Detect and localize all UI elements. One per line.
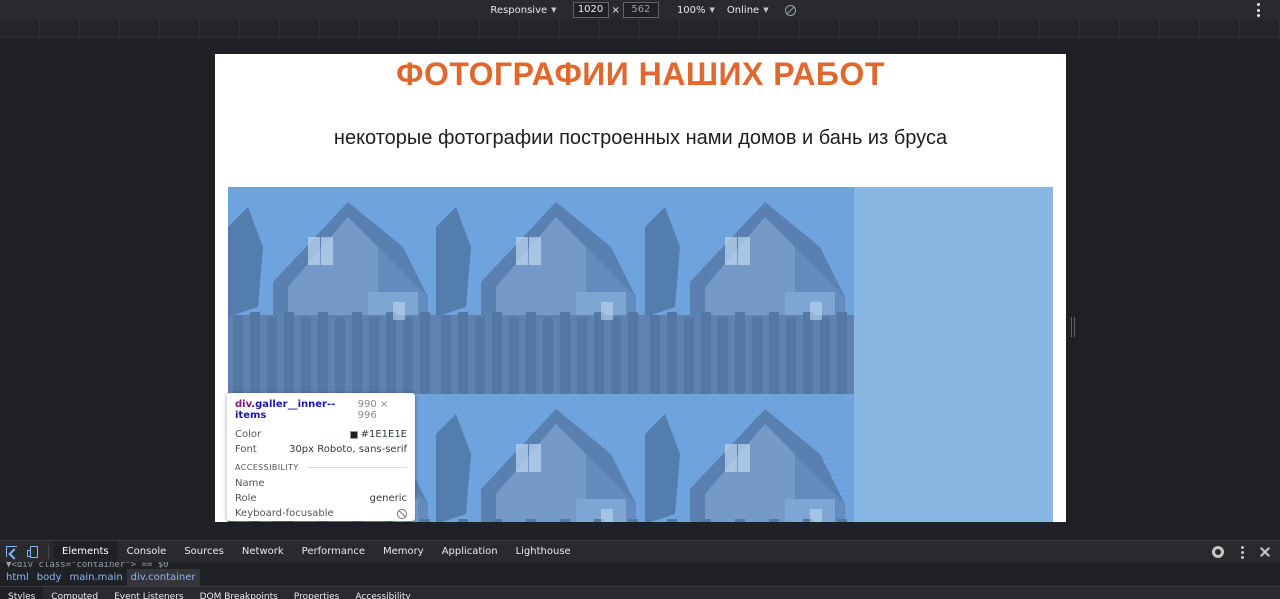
- page-subtitle: некоторые фотографии построенных нами до…: [333, 127, 948, 149]
- device-toggle-button[interactable]: [22, 541, 44, 563]
- device-select[interactable]: Responsive ▼: [490, 5, 556, 16]
- not-focusable-icon: [397, 508, 407, 519]
- tab-memory[interactable]: Memory: [374, 541, 433, 563]
- tab-event-listeners[interactable]: Event Listeners: [106, 587, 192, 599]
- tooltip-value: generic: [369, 493, 407, 504]
- tooltip-selector: div.galler__inner--items: [235, 399, 358, 421]
- tab-accessibility[interactable]: Accessibility: [347, 587, 418, 599]
- height-input[interactable]: 562: [622, 2, 659, 18]
- tooltip-row-name: Name: [235, 476, 407, 491]
- dimension-separator: ×: [611, 4, 620, 16]
- dom-tree-line[interactable]: ▼<div class="container"> == $0: [0, 562, 1280, 569]
- tooltip-value: #1E1E1E: [360, 429, 407, 440]
- tooltip-value: 30px Roboto, sans-serif: [289, 444, 407, 455]
- throttle-select-label: Online: [726, 4, 760, 16]
- tooltip-label: Font: [235, 444, 257, 455]
- throttle-select[interactable]: Online ▼: [727, 5, 769, 16]
- media-query-ruler[interactable]: [0, 20, 1280, 38]
- gallery-photo[interactable]: [228, 187, 437, 394]
- close-icon[interactable]: [1258, 545, 1272, 559]
- tab-dom-breakpoints[interactable]: DOM Breakpoints: [192, 587, 286, 599]
- chevron-down-icon: ▼: [763, 6, 769, 14]
- more-options-icon[interactable]: [1241, 545, 1244, 559]
- tooltip-label: Keyboard-focusable: [235, 508, 334, 519]
- tab-elements[interactable]: Elements: [53, 540, 118, 563]
- tab-properties[interactable]: Properties: [286, 587, 347, 599]
- tab-styles[interactable]: Styles: [0, 587, 44, 599]
- more-options-icon[interactable]: [1257, 3, 1260, 17]
- zoom-select[interactable]: 100% ▼: [677, 5, 715, 16]
- tab-application[interactable]: Application: [433, 541, 507, 563]
- tab-computed[interactable]: Computed: [43, 587, 106, 599]
- breadcrumb-item-html[interactable]: html: [2, 569, 33, 586]
- device-viewport-area: ФОТОГРАФИИ НАШИХ РАБОТ некоторые фотогра…: [0, 38, 1280, 573]
- tooltip-row-keyboard-focusable: Keyboard-focusable: [235, 506, 407, 521]
- inspect-tooltip: div.galler__inner--items 990 × 996 Color…: [227, 393, 415, 521]
- tab-sources[interactable]: Sources: [175, 541, 233, 563]
- styles-pane-tabs: Styles Computed Event Listeners DOM Brea…: [0, 586, 1280, 599]
- tooltip-section-heading: ACCESSIBILITY: [235, 463, 407, 472]
- breadcrumb-item-body[interactable]: body: [33, 569, 66, 586]
- tooltip-selector-class: .galler__inner--items: [235, 399, 336, 421]
- device-toolbar-icon: [27, 545, 39, 558]
- resize-handle-right[interactable]: [1071, 317, 1075, 337]
- page-title: ФОТОГРАФИИ НАШИХ РАБОТ: [396, 56, 885, 92]
- devtools-tab-strip: Elements Console Sources Network Perform…: [0, 540, 1280, 563]
- width-input[interactable]: 1020: [572, 2, 609, 18]
- color-swatch-icon: [349, 430, 358, 439]
- device-toolbar: Responsive ▼ 1020 × 562 100% ▼ Online ▼: [0, 0, 1280, 20]
- tab-lighthouse[interactable]: Lighthouse: [507, 541, 580, 563]
- chevron-down-icon: ▼: [709, 6, 715, 14]
- tooltip-row-font: Font 30px Roboto, sans-serif: [235, 442, 407, 457]
- tooltip-label: Color: [235, 429, 262, 440]
- inspect-icon: [5, 546, 17, 557]
- tooltip-row-role: Role generic: [235, 491, 407, 506]
- breadcrumb-item-main[interactable]: main.main: [66, 569, 127, 586]
- gallery-photo[interactable]: [436, 187, 645, 394]
- tooltip-selector-tag: div: [235, 399, 252, 410]
- breadcrumb: html body main.main div.container: [0, 569, 1280, 586]
- divider: [48, 544, 49, 559]
- gallery-photo[interactable]: [436, 394, 645, 522]
- tooltip-size: 990 × 996: [357, 399, 389, 421]
- tooltip-row-color: Color #1E1E1E: [235, 427, 407, 442]
- rotate-icon[interactable]: [784, 4, 796, 16]
- gallery-photo[interactable]: [645, 394, 854, 522]
- tooltip-label: Role: [235, 493, 257, 504]
- inspect-element-button[interactable]: [0, 541, 22, 563]
- tab-console[interactable]: Console: [118, 541, 176, 563]
- device-select-label: Responsive: [490, 4, 548, 16]
- zoom-select-label: 100%: [676, 4, 706, 16]
- gear-icon[interactable]: [1212, 546, 1224, 558]
- breadcrumb-item-container[interactable]: div.container: [126, 569, 200, 586]
- gallery-photo[interactable]: [645, 187, 854, 394]
- tab-network[interactable]: Network: [233, 541, 293, 563]
- tab-performance[interactable]: Performance: [293, 541, 374, 563]
- tooltip-label: Name: [235, 478, 265, 489]
- chevron-down-icon: ▼: [551, 6, 557, 14]
